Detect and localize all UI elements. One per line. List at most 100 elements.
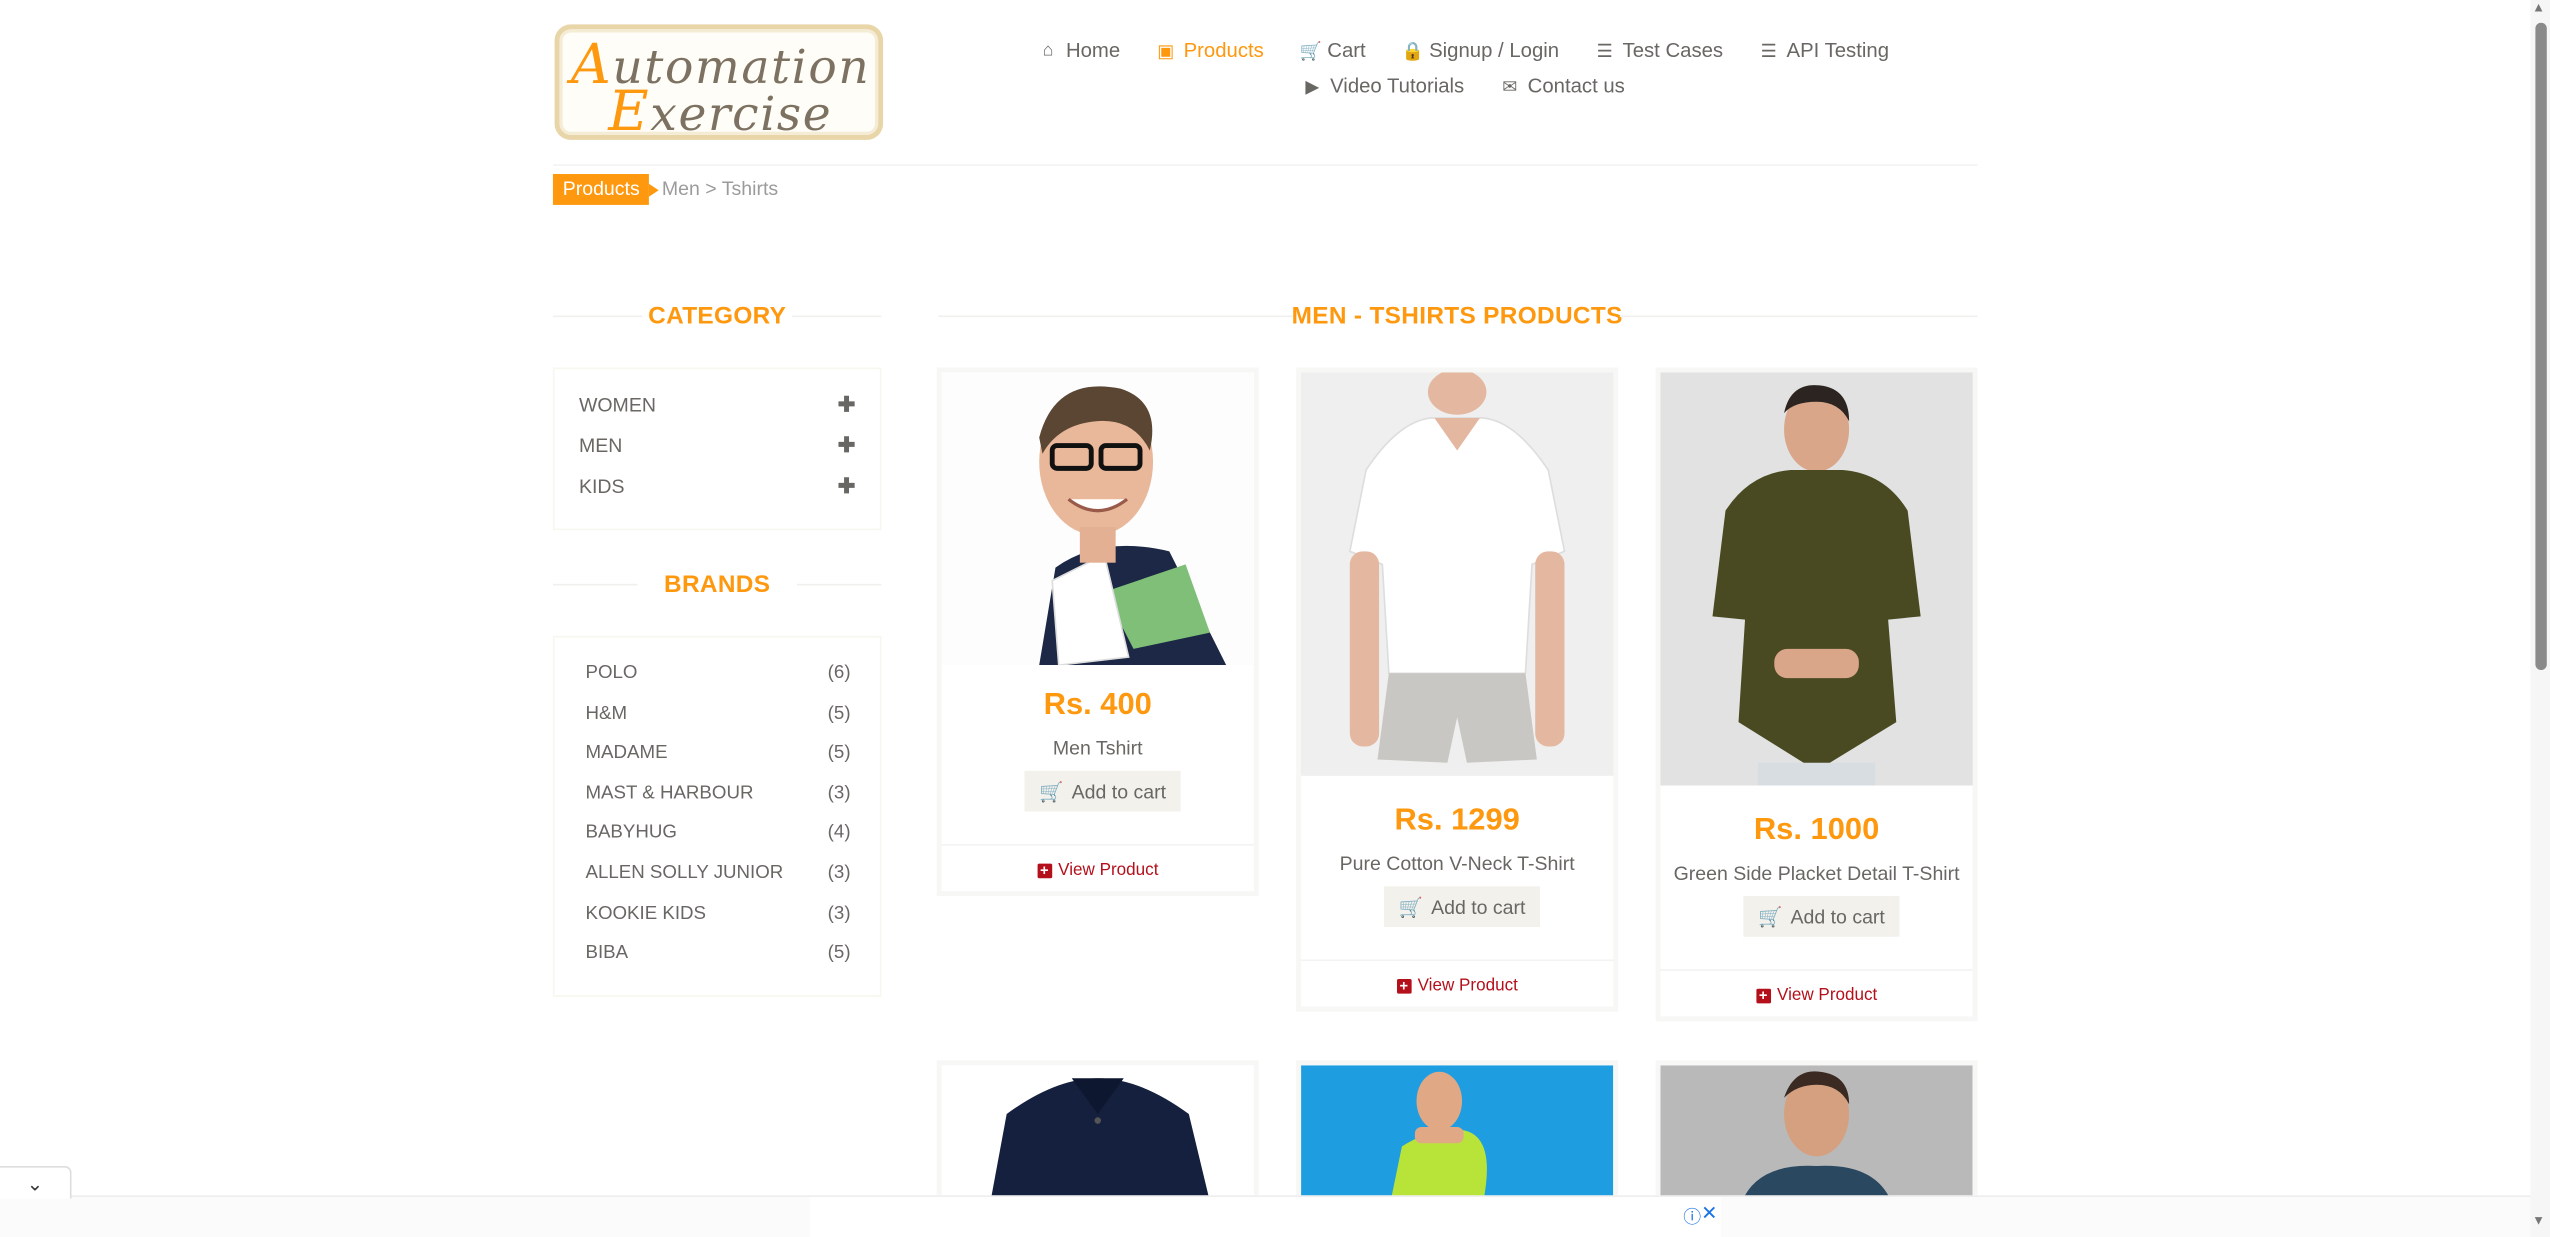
card-divider xyxy=(1660,969,1973,971)
brands-panel: POLO (6) H&M (5) MADAME (5) MAST & HARBOUR (… xyxy=(552,635,882,997)
list-icon: ☰ xyxy=(1596,41,1613,61)
category-kids-label: KIDS xyxy=(578,474,625,498)
list-icon: ☰ xyxy=(1760,41,1777,61)
brand-name: H&M xyxy=(585,704,628,724)
scroll-up-arrow-icon[interactable]: ▲ xyxy=(2532,0,2545,15)
add-to-cart-label: Add to cart xyxy=(1431,895,1526,919)
lock-icon: 🔒 xyxy=(1401,41,1424,61)
product-price: Rs. 1000 xyxy=(1753,813,1880,848)
product-card: Rs. 1299 Pure Cotton V-Neck T-Shirt 🛒 Add… xyxy=(1296,367,1619,1012)
plus-square-icon: + xyxy=(1755,988,1771,1004)
nav-api-testing[interactable]: ☰ API Testing xyxy=(1759,39,1889,62)
add-to-cart-label: Add to cart xyxy=(1790,905,1885,928)
brand-madame[interactable]: MADAME (5) xyxy=(585,738,850,767)
plus-icon: ✚ xyxy=(837,473,856,498)
product-price: Rs. 400 xyxy=(1043,687,1152,723)
plus-square-icon: + xyxy=(1037,863,1052,879)
home-icon: ⌂ xyxy=(1042,40,1054,61)
nav-contact-us[interactable]: ✉ Contact us xyxy=(1500,75,1625,98)
close-icon[interactable]: ✕ xyxy=(1701,1202,1717,1225)
product-image xyxy=(1660,372,1973,786)
nav-cart[interactable]: 🛒 Cart xyxy=(1300,39,1366,62)
category-women-label: WOMEN xyxy=(578,393,656,417)
product-card: Rs. 1000 Green Side Placket Detail T-Shi… xyxy=(1655,367,1978,1022)
brand-name: MAST & HARBOUR xyxy=(585,783,754,804)
brand-name: POLO xyxy=(585,663,638,684)
product-image xyxy=(1660,1065,1973,1202)
brand-name: BABYHUG xyxy=(585,822,677,843)
product-name: Men Tshirt xyxy=(1052,736,1143,760)
scroll-down-arrow-icon[interactable]: ▼ xyxy=(2532,1213,2545,1228)
nav-home-label: Home xyxy=(1065,39,1121,62)
brand-mast-harbour[interactable]: MAST & HARBOUR (3) xyxy=(585,779,850,808)
brand-name: MADAME xyxy=(585,743,668,763)
cart-icon: 🛒 xyxy=(1299,41,1322,61)
add-to-cart-label: Add to cart xyxy=(1071,779,1167,803)
view-product-link[interactable]: + View Product xyxy=(1660,985,1972,1006)
category-title-line-right xyxy=(792,315,882,318)
category-panel: WOMEN ✚ MEN ✚ KIDS ✚ xyxy=(552,367,882,531)
brand-polo[interactable]: POLO (6) xyxy=(585,659,850,688)
card-divider xyxy=(1301,959,1614,962)
envelope-icon: ✉ xyxy=(1502,77,1518,97)
cart-icon: 🛒 xyxy=(1039,779,1064,803)
brand-babyhug[interactable]: BABYHUG (4) xyxy=(585,818,850,847)
view-product-link[interactable]: + View Product xyxy=(1301,976,1613,995)
add-to-cart-button[interactable]: 🛒 Add to cart xyxy=(1024,770,1181,812)
chevron-down-icon[interactable]: ⌄ xyxy=(0,1166,72,1199)
product-image xyxy=(941,372,1254,666)
nav-cart-label: Cart xyxy=(1327,39,1366,62)
brands-title-line-right xyxy=(796,583,882,586)
product-image xyxy=(1301,372,1614,776)
view-product-label: View Product xyxy=(1776,985,1878,1006)
brand-count: (3) xyxy=(827,863,851,884)
nav-row-1: ⌂ Home ▣ Products 🛒 Cart 🔒 Signup / Login ☰ T… xyxy=(1008,33,1919,69)
brand-name: ALLEN SOLLY JUNIOR xyxy=(585,863,784,884)
nav-video-tutorials[interactable]: ▶ Video Tutorials xyxy=(1302,75,1464,98)
nav-home[interactable]: ⌂ Home xyxy=(1038,39,1121,62)
brand-count: (4) xyxy=(827,822,851,843)
shopping-bag-icon: ▣ xyxy=(1157,41,1175,61)
nav-products-label: Products xyxy=(1183,39,1264,62)
view-product-link[interactable]: + View Product xyxy=(942,860,1254,880)
nav-api-testing-label: API Testing xyxy=(1786,39,1890,62)
add-to-cart-button[interactable]: 🛒 Add to cart xyxy=(1743,896,1900,937)
breadcrumb-current: Men > Tshirts xyxy=(661,177,779,201)
breadcrumb-products[interactable]: Products xyxy=(552,174,660,205)
header-divider xyxy=(552,164,1978,166)
product-price: Rs. 1299 xyxy=(1394,803,1520,838)
plus-icon: ✚ xyxy=(837,391,856,417)
logo-line-2: Exercise xyxy=(608,79,833,145)
ad-slot xyxy=(809,1196,1721,1237)
nav-test-cases[interactable]: ☰ Test Cases xyxy=(1595,39,1723,62)
product-image xyxy=(941,1065,1254,1202)
info-icon[interactable]: ⓘ xyxy=(1683,1203,1701,1229)
nav-contact-us-label: Contact us xyxy=(1527,74,1625,98)
brand-allen-solly-junior[interactable]: ALLEN SOLLY JUNIOR (3) xyxy=(585,859,850,888)
nav-signup-login-label: Signup / Login xyxy=(1429,39,1560,62)
card-divider xyxy=(941,844,1254,846)
category-men[interactable]: MEN ✚ xyxy=(579,429,855,462)
cart-icon: 🛒 xyxy=(1758,905,1783,928)
add-to-cart-button[interactable]: 🛒 Add to cart xyxy=(1383,886,1541,927)
brand-count: (5) xyxy=(827,743,851,763)
nav-signup-login[interactable]: 🔒 Signup / Login xyxy=(1401,39,1559,62)
nav-products[interactable]: ▣ Products xyxy=(1156,39,1264,62)
plus-icon: ✚ xyxy=(837,432,856,457)
brand-count: (5) xyxy=(827,943,851,963)
scrollbar-thumb[interactable] xyxy=(2535,22,2547,671)
view-product-label: View Product xyxy=(1058,860,1159,880)
product-image xyxy=(1301,1065,1614,1202)
nav-video-tutorials-label: Video Tutorials xyxy=(1330,74,1465,98)
category-kids[interactable]: KIDS ✚ xyxy=(579,470,855,503)
brand-name: BIBA xyxy=(585,943,629,963)
site-logo[interactable]: Automation Exercise xyxy=(554,24,884,145)
main-nav: ⌂ Home ▣ Products 🛒 Cart 🔒 Signup / Login ☰ T… xyxy=(1008,33,1919,105)
brand-hm[interactable]: H&M (5) xyxy=(585,699,850,728)
product-card: Rs. 400 Men Tshirt 🛒 Add to cart + View Pr… xyxy=(936,367,1259,897)
nav-row-2: ▶ Video Tutorials ✉ Contact us xyxy=(1008,68,1919,104)
category-women[interactable]: WOMEN ✚ xyxy=(579,389,855,422)
brand-kookie-kids[interactable]: KOOKIE KIDS (3) xyxy=(585,899,850,928)
brand-count: (3) xyxy=(827,904,851,924)
brand-biba[interactable]: BIBA (5) xyxy=(585,938,850,967)
